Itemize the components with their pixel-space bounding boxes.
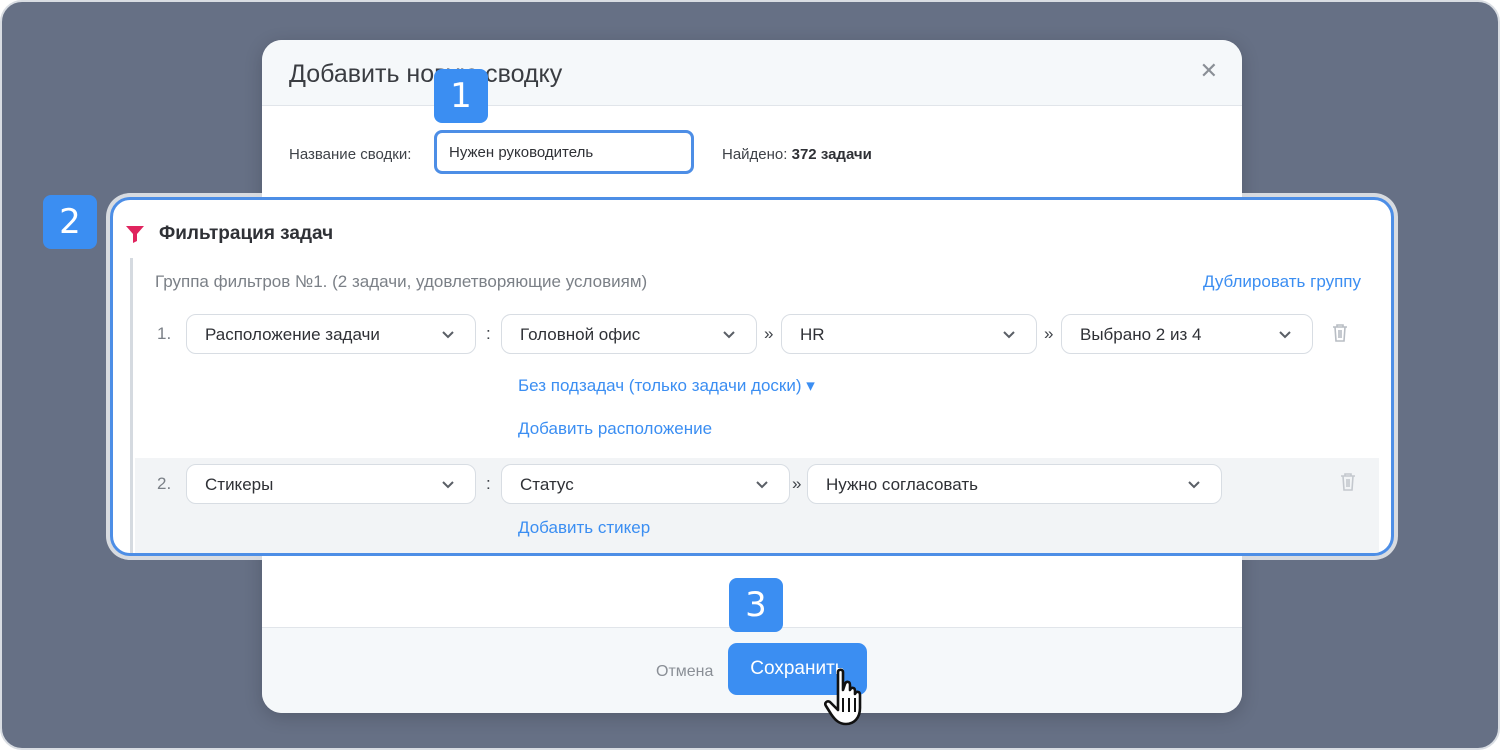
cancel-button[interactable]: Отмена [650,662,719,682]
value-select-status[interactable]: Статус [501,464,790,504]
chevron-down-icon [1003,331,1015,339]
filter-group-title: Группа фильтров №1. (2 задачи, удовлетво… [155,272,648,291]
select-value: Нужно согласовать [826,475,978,494]
hand-pointer-icon [824,668,862,726]
modal-footer: Отмена Сохранить [262,627,1242,713]
add-location-link[interactable]: Добавить расположение [518,419,712,439]
group-divider [130,258,133,553]
summary-name-label: Название сводки: [289,146,412,163]
callout-badge-1: 1 [434,69,488,123]
summary-name-input[interactable] [434,130,694,174]
close-icon[interactable]: ✕ [1200,58,1218,84]
select-value: HR [800,325,825,344]
duplicate-group-link[interactable]: Дублировать группу [1203,272,1361,292]
chevron-down-icon [442,331,454,339]
backdrop: Добавить новую сводку ✕ Название сводки:… [0,0,1500,750]
funnel-icon [126,226,144,243]
select-value: Статус [520,475,574,494]
task-filter-panel: Фильтрация задач Группа фильтров №1. (2 … [110,197,1394,556]
row-number: 2. [157,474,172,493]
field-select-location[interactable]: Расположение задачи [186,314,476,354]
select-value: Расположение задачи [205,325,380,344]
select-value: Выбрано 2 из 4 [1080,325,1202,344]
filter-title: Фильтрация задач [159,223,334,244]
callout-badge-2: 2 [43,195,97,249]
chevron-down-icon [1279,331,1291,339]
value-select-office[interactable]: Головной офис [501,314,757,354]
select-value: Головной офис [520,325,641,344]
separator: » [792,474,802,493]
chevron-down-icon [442,481,454,489]
found-value: 372 задачи [791,146,872,163]
value-select-sticker-value[interactable]: Нужно согласовать [807,464,1222,504]
value-select-columns[interactable]: Выбрано 2 из 4 [1061,314,1313,354]
separator: » [1044,324,1054,343]
row-number: 1. [157,324,172,343]
select-value: Стикеры [205,475,274,494]
chevron-down-icon [1188,481,1200,489]
chevron-down-icon [723,331,735,339]
subtasks-dropdown-link[interactable]: Без подзадач (только задачи доски) ▾ [518,376,815,396]
separator: : [486,474,491,493]
add-sticker-link[interactable]: Добавить стикер [518,518,650,538]
separator: » [764,324,774,343]
callout-badge-3: 3 [729,578,783,632]
value-select-department[interactable]: HR [781,314,1037,354]
chevron-down-icon [756,481,768,489]
trash-icon[interactable] [1331,323,1349,343]
modal-title: Добавить новую сводку [289,60,563,88]
modal-header: Добавить новую сводку ✕ [262,40,1242,106]
trash-icon[interactable] [1339,472,1357,492]
separator: : [486,324,491,343]
found-label: Найдено: [722,146,788,163]
found-count: Найдено: 372 задачи [722,146,872,163]
field-select-stickers[interactable]: Стикеры [186,464,476,504]
